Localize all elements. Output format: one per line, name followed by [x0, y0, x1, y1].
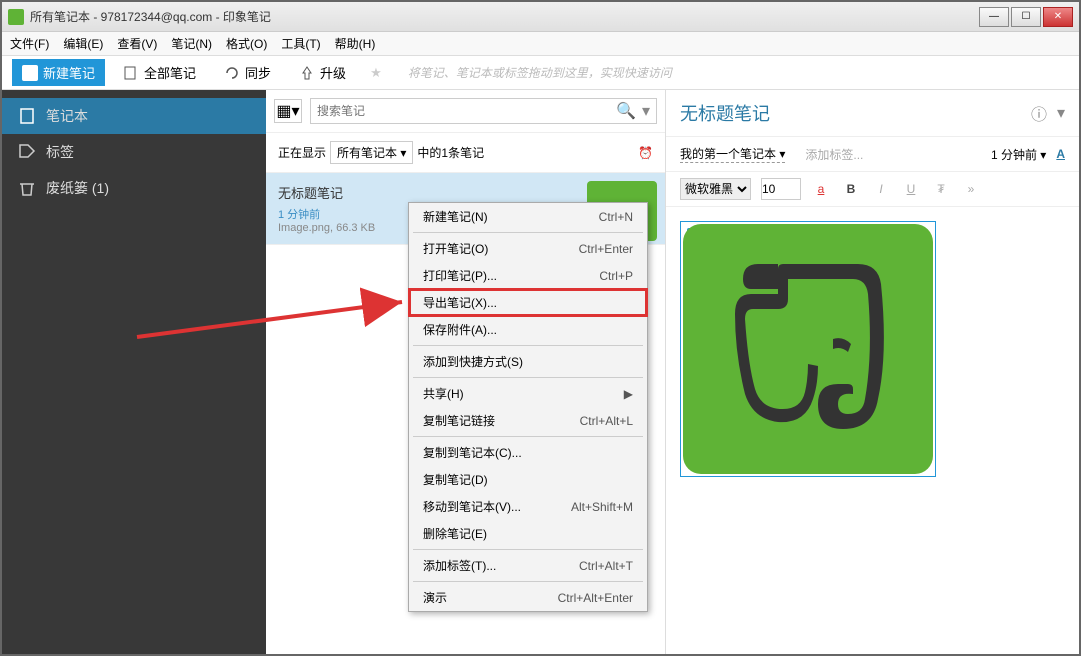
context-menu-item[interactable]: 打印笔记(P)...Ctrl+P [409, 262, 647, 289]
filter-scope-dropdown[interactable]: 所有笔记本 ▾ [330, 141, 413, 164]
font-select[interactable]: 微软雅黑 [680, 178, 751, 200]
sidebar-item-tags[interactable]: 标签 [2, 134, 266, 170]
context-menu-item[interactable]: 添加标签(T)...Ctrl+Alt+T [409, 552, 647, 579]
all-notes-button[interactable]: 全部笔记 [113, 59, 206, 86]
editor-content[interactable]: ⓐ ◉ [666, 207, 1079, 654]
context-menu-item[interactable]: 添加到快捷方式(S) [409, 348, 647, 375]
reminder-icon[interactable]: ⏰ [638, 146, 653, 160]
upgrade-icon [299, 65, 315, 81]
context-menu-item[interactable]: 共享(H)▶ [409, 380, 647, 407]
toolbar: 新建笔记 全部笔记 同步 升级 ★ 将笔记、笔记本或标签拖动到这里，实现快速访问 [2, 56, 1079, 90]
editor-title[interactable]: 无标题笔记 [680, 100, 1031, 126]
info-icon[interactable]: ⓘ [1031, 101, 1047, 125]
attached-image[interactable]: ⓐ ◉ [680, 221, 936, 477]
context-menu-item[interactable]: 复制到笔记本(C)... [409, 439, 647, 466]
menu-edit[interactable]: 编辑(E) [63, 35, 103, 52]
menu-bar: 文件(F) 编辑(E) 查看(V) 笔记(N) 格式(O) 工具(T) 帮助(H… [2, 32, 1079, 56]
app-icon [8, 9, 24, 25]
context-menu-item[interactable]: 新建笔记(N)Ctrl+N [409, 203, 647, 230]
italic-button[interactable]: I [871, 179, 891, 199]
star-icon: ★ [370, 65, 382, 81]
font-color-button[interactable]: a [811, 179, 831, 199]
context-menu-item[interactable]: 移动到笔记本(V)...Alt+Shift+M [409, 493, 647, 520]
font-size-input[interactable] [761, 178, 801, 200]
strike-button[interactable]: ₮ [931, 179, 951, 199]
menu-separator [413, 377, 643, 378]
menu-file[interactable]: 文件(F) [10, 35, 49, 52]
menu-tools[interactable]: 工具(T) [281, 35, 320, 52]
sidebar-item-trash[interactable]: 废纸篓 (1) [2, 170, 266, 206]
new-note-button[interactable]: 新建笔记 [12, 59, 105, 86]
context-menu-item[interactable]: 导出笔记(X)... [409, 289, 647, 316]
upgrade-button[interactable]: 升级 [289, 59, 356, 86]
maximize-button[interactable]: ☐ [1011, 7, 1041, 27]
more-format-icon[interactable]: » [961, 179, 981, 199]
plus-icon [22, 65, 38, 81]
menu-separator [413, 232, 643, 233]
context-menu-item[interactable]: 复制笔记链接Ctrl+Alt+L [409, 407, 647, 434]
sidebar-item-notebooks[interactable]: 笔记本 [2, 98, 266, 134]
menu-separator [413, 345, 643, 346]
more-icon[interactable]: ▾ [1057, 103, 1065, 123]
search-icon: 🔍 [616, 101, 636, 121]
context-menu-item[interactable]: 复制笔记(D) [409, 466, 647, 493]
menu-view[interactable]: 查看(V) [117, 35, 157, 52]
trash-icon [18, 179, 36, 197]
format-bar: 微软雅黑 a B I U ₮ » [666, 172, 1079, 207]
search-box[interactable]: 🔍 ▾ [310, 98, 657, 124]
bold-button[interactable]: B [841, 179, 861, 199]
notebook-icon [18, 107, 36, 125]
context-menu-item[interactable]: 删除笔记(E) [409, 520, 647, 547]
context-menu-item[interactable]: 演示Ctrl+Alt+Enter [409, 584, 647, 611]
filter-label: 正在显示 [278, 144, 326, 161]
notes-icon [123, 65, 139, 81]
menu-separator [413, 549, 643, 550]
close-button[interactable]: ✕ [1043, 7, 1073, 27]
context-menu-item[interactable]: 打开笔记(O)Ctrl+Enter [409, 235, 647, 262]
menu-note[interactable]: 笔记(N) [171, 35, 212, 52]
minimize-button[interactable]: — [979, 7, 1009, 27]
view-switch[interactable]: ▦▾ [274, 99, 302, 123]
sidebar: 笔记本 标签 废纸篓 (1) [2, 90, 266, 654]
search-input[interactable] [317, 104, 616, 118]
tag-icon [18, 143, 36, 161]
toolbar-hint: 将笔记、笔记本或标签拖动到这里，实现快速访问 [408, 64, 672, 81]
text-style-icon[interactable]: A [1056, 147, 1065, 161]
context-menu-item[interactable]: 保存附件(A)... [409, 316, 647, 343]
menu-format[interactable]: 格式(O) [226, 35, 267, 52]
menu-separator [413, 436, 643, 437]
sync-icon [224, 65, 240, 81]
note-editor: 无标题笔记 ⓘ ▾ 我的第一个笔记本 ▾ 添加标签... 1 分钟前 ▾ A 微… [666, 90, 1079, 654]
menu-separator [413, 581, 643, 582]
evernote-logo-image [683, 224, 933, 474]
add-tag-input[interactable]: 添加标签... [805, 146, 863, 163]
context-menu: 新建笔记(N)Ctrl+N 打开笔记(O)Ctrl+Enter打印笔记(P)...… [408, 202, 648, 612]
notebook-dropdown[interactable]: 我的第一个笔记本 ▾ [680, 145, 785, 163]
menu-help[interactable]: 帮助(H) [335, 35, 376, 52]
filter-count: 中的1条笔记 [417, 144, 484, 161]
title-bar: 所有笔记本 - 978172344@qq.com - 印象笔记 — ☐ ✕ [2, 2, 1079, 32]
window-title: 所有笔记本 - 978172344@qq.com - 印象笔记 [30, 8, 979, 25]
editor-timestamp: 1 分钟前 ▾ [991, 146, 1046, 163]
sync-button[interactable]: 同步 [214, 59, 281, 86]
underline-button[interactable]: U [901, 179, 921, 199]
search-dropdown-icon[interactable]: ▾ [642, 101, 650, 121]
